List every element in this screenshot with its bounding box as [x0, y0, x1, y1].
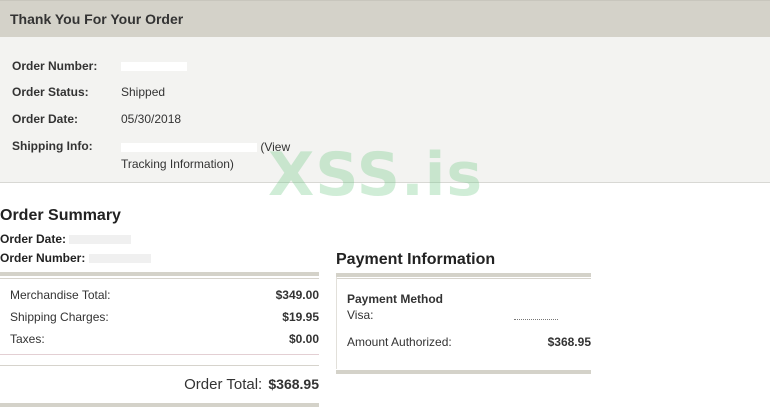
page-title: Thank You For Your Order — [10, 11, 184, 27]
summary-order-number: Order Number: — [0, 251, 151, 265]
summary-row-value: $0.00 — [288, 332, 319, 346]
amount-authorized-label: Amount Authorized: — [347, 335, 452, 349]
redacted-package-number — [121, 143, 257, 153]
order-status-value: Shipped — [121, 85, 166, 99]
amount-authorized-row: Amount Authorized: $368.95 — [347, 335, 591, 349]
order-number-value — [121, 59, 187, 73]
payment-method-heading: Payment Method — [347, 292, 444, 306]
order-number-label: Order Number: — [12, 59, 98, 73]
summary-row-value: $349.00 — [275, 288, 319, 302]
order-confirmation-page: Thank You For Your Order Order Number: O… — [0, 0, 770, 415]
divider — [336, 273, 591, 277]
summary-row-label: Merchandise Total: — [10, 288, 111, 302]
order-date-label: Order Date: — [12, 112, 79, 126]
order-total-label: Order Total: — [184, 376, 263, 393]
order-summary-title: Order Summary — [0, 207, 121, 224]
summary-order-date: Order Date: — [0, 232, 132, 246]
payment-method-row: Visa: — [347, 308, 591, 322]
order-total: Order Total: $368.95 — [184, 376, 319, 393]
divider — [336, 370, 591, 374]
payment-info-box: Payment Method Visa: Amount Authorized: … — [336, 273, 591, 375]
payment-info-title: Payment Information — [336, 251, 496, 268]
shipping-info-label: Shipping Info: — [12, 139, 93, 153]
summary-row-label: Taxes: — [10, 332, 45, 346]
page-header: Thank You For Your Order — [0, 0, 770, 37]
order-status-label: Order Status: — [12, 85, 89, 99]
amount-authorized-value: $368.95 — [547, 335, 591, 349]
order-details-panel: Order Number: Order Status: Shipped Orde… — [0, 37, 770, 183]
divider — [0, 365, 319, 366]
shipping-info-value: (View Tracking Information) — [121, 139, 301, 173]
divider — [0, 278, 319, 279]
redacted-summary-number — [88, 254, 151, 264]
masked-card-number — [514, 319, 558, 320]
summary-order-date-label: Order Date: — [0, 232, 67, 246]
redacted-order-number — [121, 62, 187, 72]
order-summary-table: Merchandise Total: $349.00 Shipping Char… — [0, 272, 319, 408]
redacted-summary-date — [69, 235, 132, 245]
payment-method-value: Visa: — [347, 308, 374, 322]
divider — [0, 272, 319, 276]
summary-row-value: $19.95 — [282, 310, 319, 324]
order-date-value: 05/30/2018 — [121, 112, 182, 126]
divider — [336, 278, 591, 279]
summary-row-label: Shipping Charges: — [10, 310, 109, 324]
divider — [0, 403, 319, 407]
divider — [336, 277, 337, 369]
summary-order-number-label: Order Number: — [0, 251, 86, 265]
divider — [0, 354, 319, 355]
order-total-value: $368.95 — [268, 376, 319, 392]
